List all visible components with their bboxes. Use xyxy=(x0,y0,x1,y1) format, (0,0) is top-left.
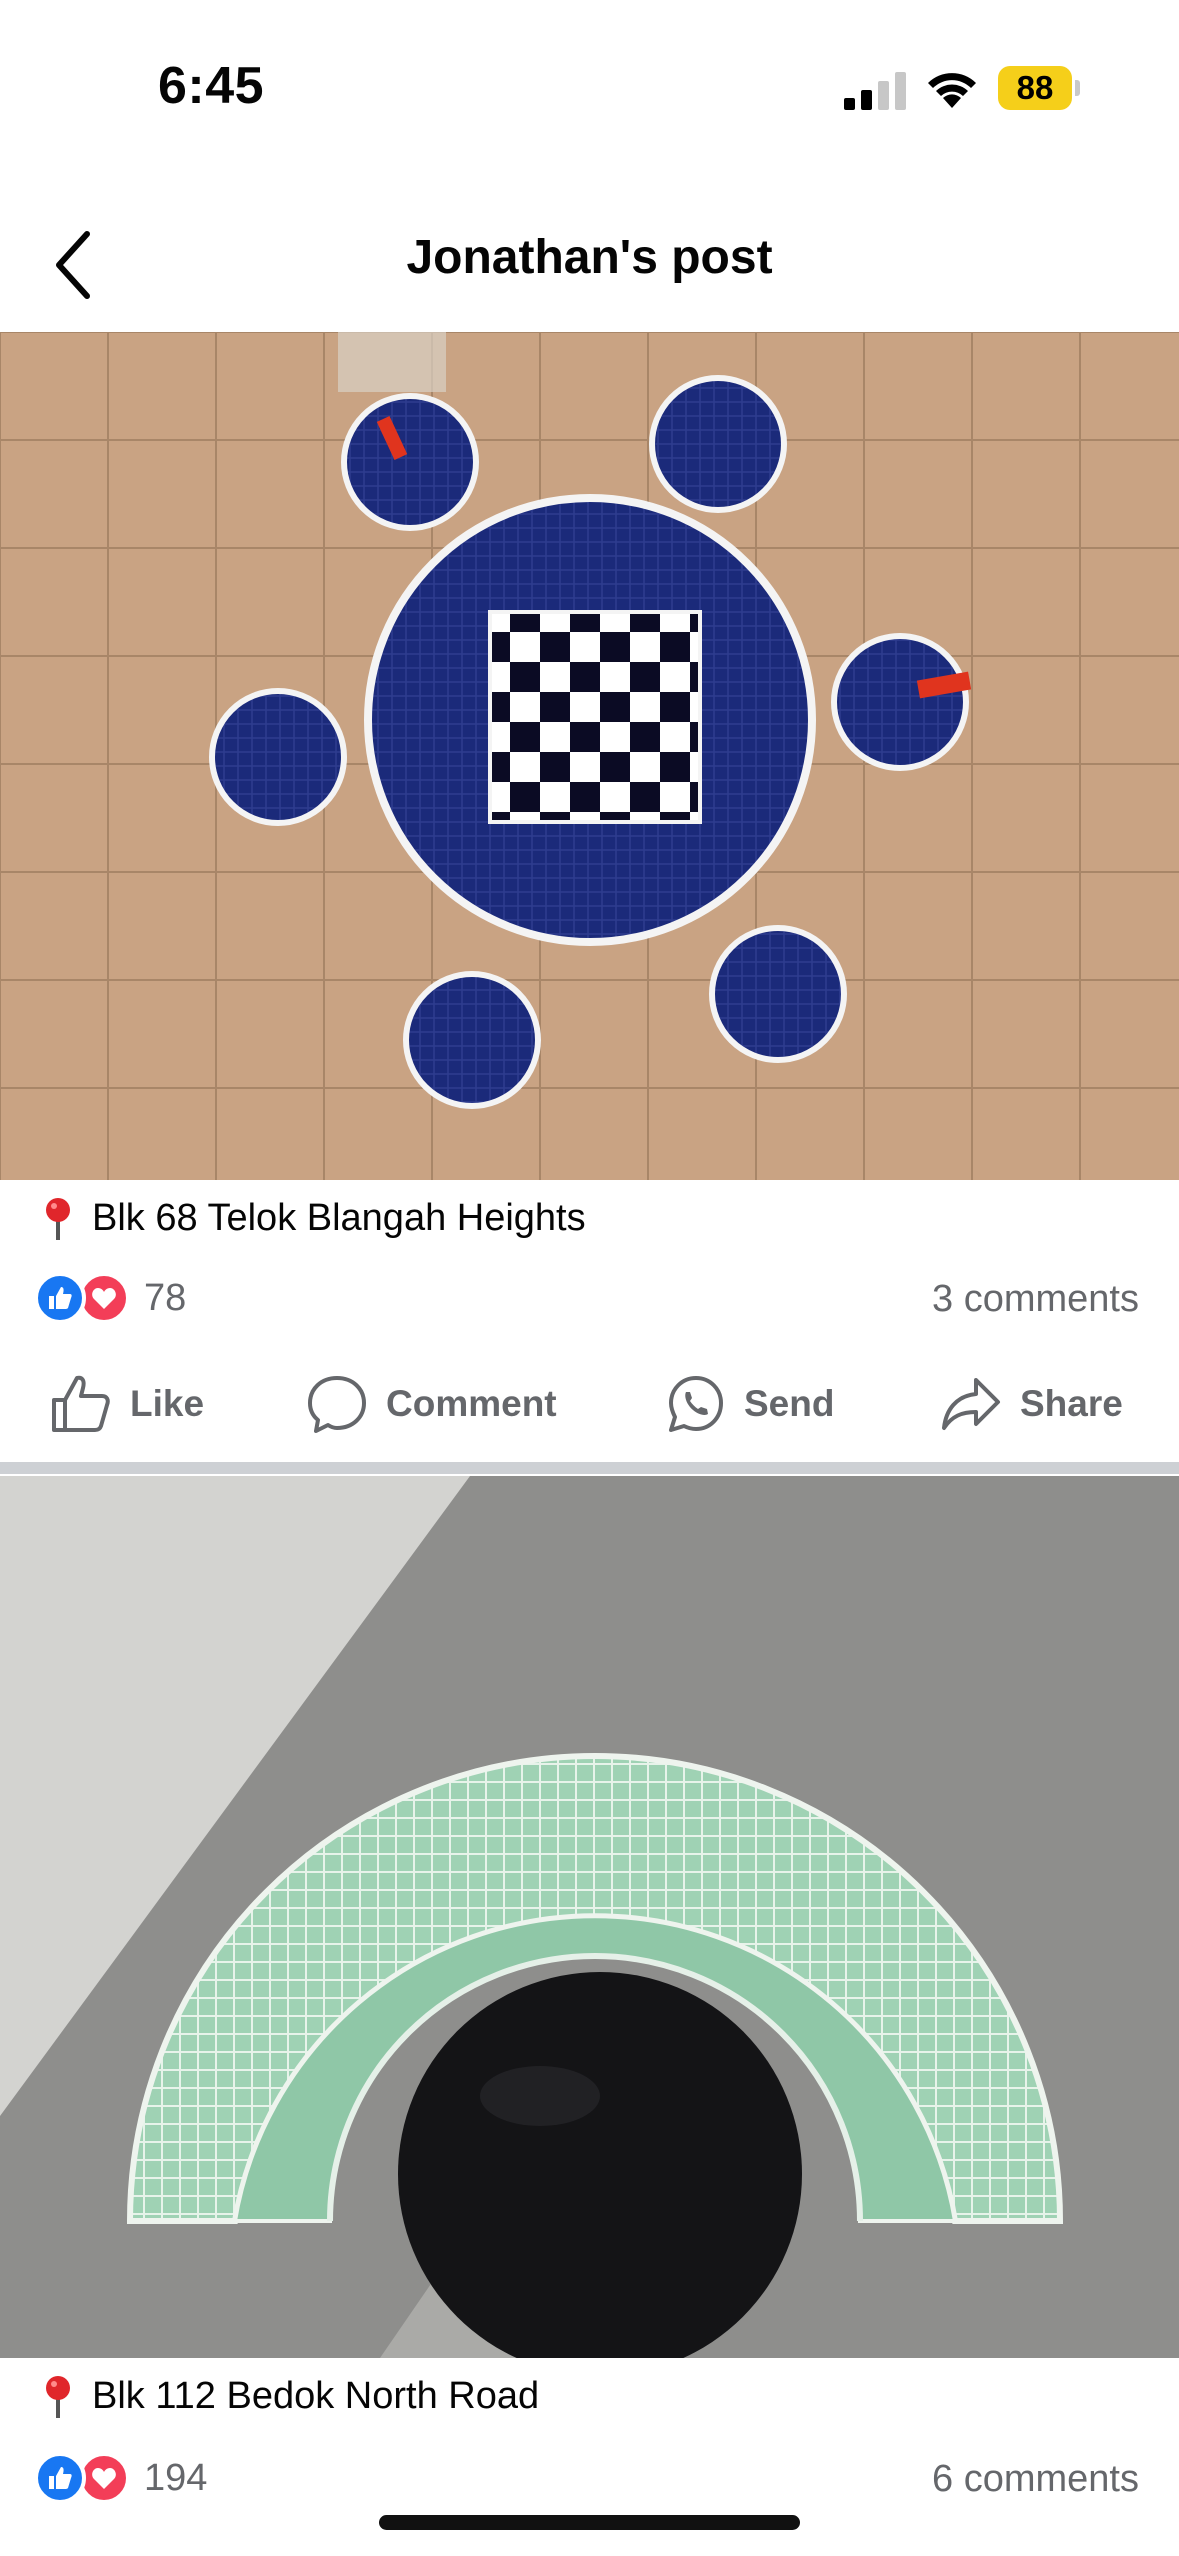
pin-icon xyxy=(46,2376,70,2418)
send-label: Send xyxy=(744,1383,835,1424)
comment-bubble-icon xyxy=(308,1376,366,1433)
share-button[interactable]: Share xyxy=(940,1364,1123,1444)
like-button[interactable]: Like xyxy=(50,1364,204,1444)
status-bar: 6:45 88 xyxy=(0,0,1179,170)
reaction-count: 194 xyxy=(144,2456,208,2499)
post-header: Jonathan's post xyxy=(0,200,1179,330)
battery-level: 88 xyxy=(998,66,1072,110)
cellular-signal-icon xyxy=(844,72,906,110)
battery-icon: 88 xyxy=(998,66,1080,110)
comment-button[interactable]: Comment xyxy=(306,1364,557,1444)
page-title: Jonathan's post xyxy=(406,231,773,284)
reaction-count: 78 xyxy=(144,1276,187,1319)
share-arrow-icon xyxy=(942,1378,1000,1430)
like-reaction-icon xyxy=(34,2452,86,2504)
reactions-summary[interactable]: 194 xyxy=(34,2450,207,2506)
post-divider xyxy=(0,1462,1179,1474)
location-label: Blk 112 Bedok North Road xyxy=(38,2374,539,2418)
post-photo-chess-table[interactable] xyxy=(0,332,1179,1180)
location-label: Blk 68 Telok Blangah Heights xyxy=(38,1196,586,1240)
like-reaction-icon xyxy=(34,1272,86,1324)
comments-count[interactable]: 3 comments xyxy=(932,1278,1139,1321)
post-photo-curved-bench[interactable] xyxy=(0,1476,1179,2358)
location-text[interactable]: Blk 68 Telok Blangah Heights xyxy=(92,1197,586,1240)
thumbs-up-icon xyxy=(52,1375,110,1432)
comments-count[interactable]: 6 comments xyxy=(932,2458,1139,2501)
comment-label: Comment xyxy=(386,1383,557,1424)
location-text[interactable]: Blk 112 Bedok North Road xyxy=(92,2375,539,2418)
pin-icon xyxy=(46,1198,70,1240)
whatsapp-icon xyxy=(669,1376,723,1432)
like-label: Like xyxy=(130,1383,205,1424)
status-time: 6:45 xyxy=(158,57,265,115)
home-indicator[interactable] xyxy=(379,2515,800,2530)
reactions-summary[interactable]: 78 xyxy=(34,1270,186,1326)
action-bar: Like Comment Send Share xyxy=(0,1364,1179,1444)
wifi-icon xyxy=(928,73,976,108)
send-button[interactable]: Send xyxy=(666,1364,834,1444)
share-label: Share xyxy=(1020,1383,1123,1424)
